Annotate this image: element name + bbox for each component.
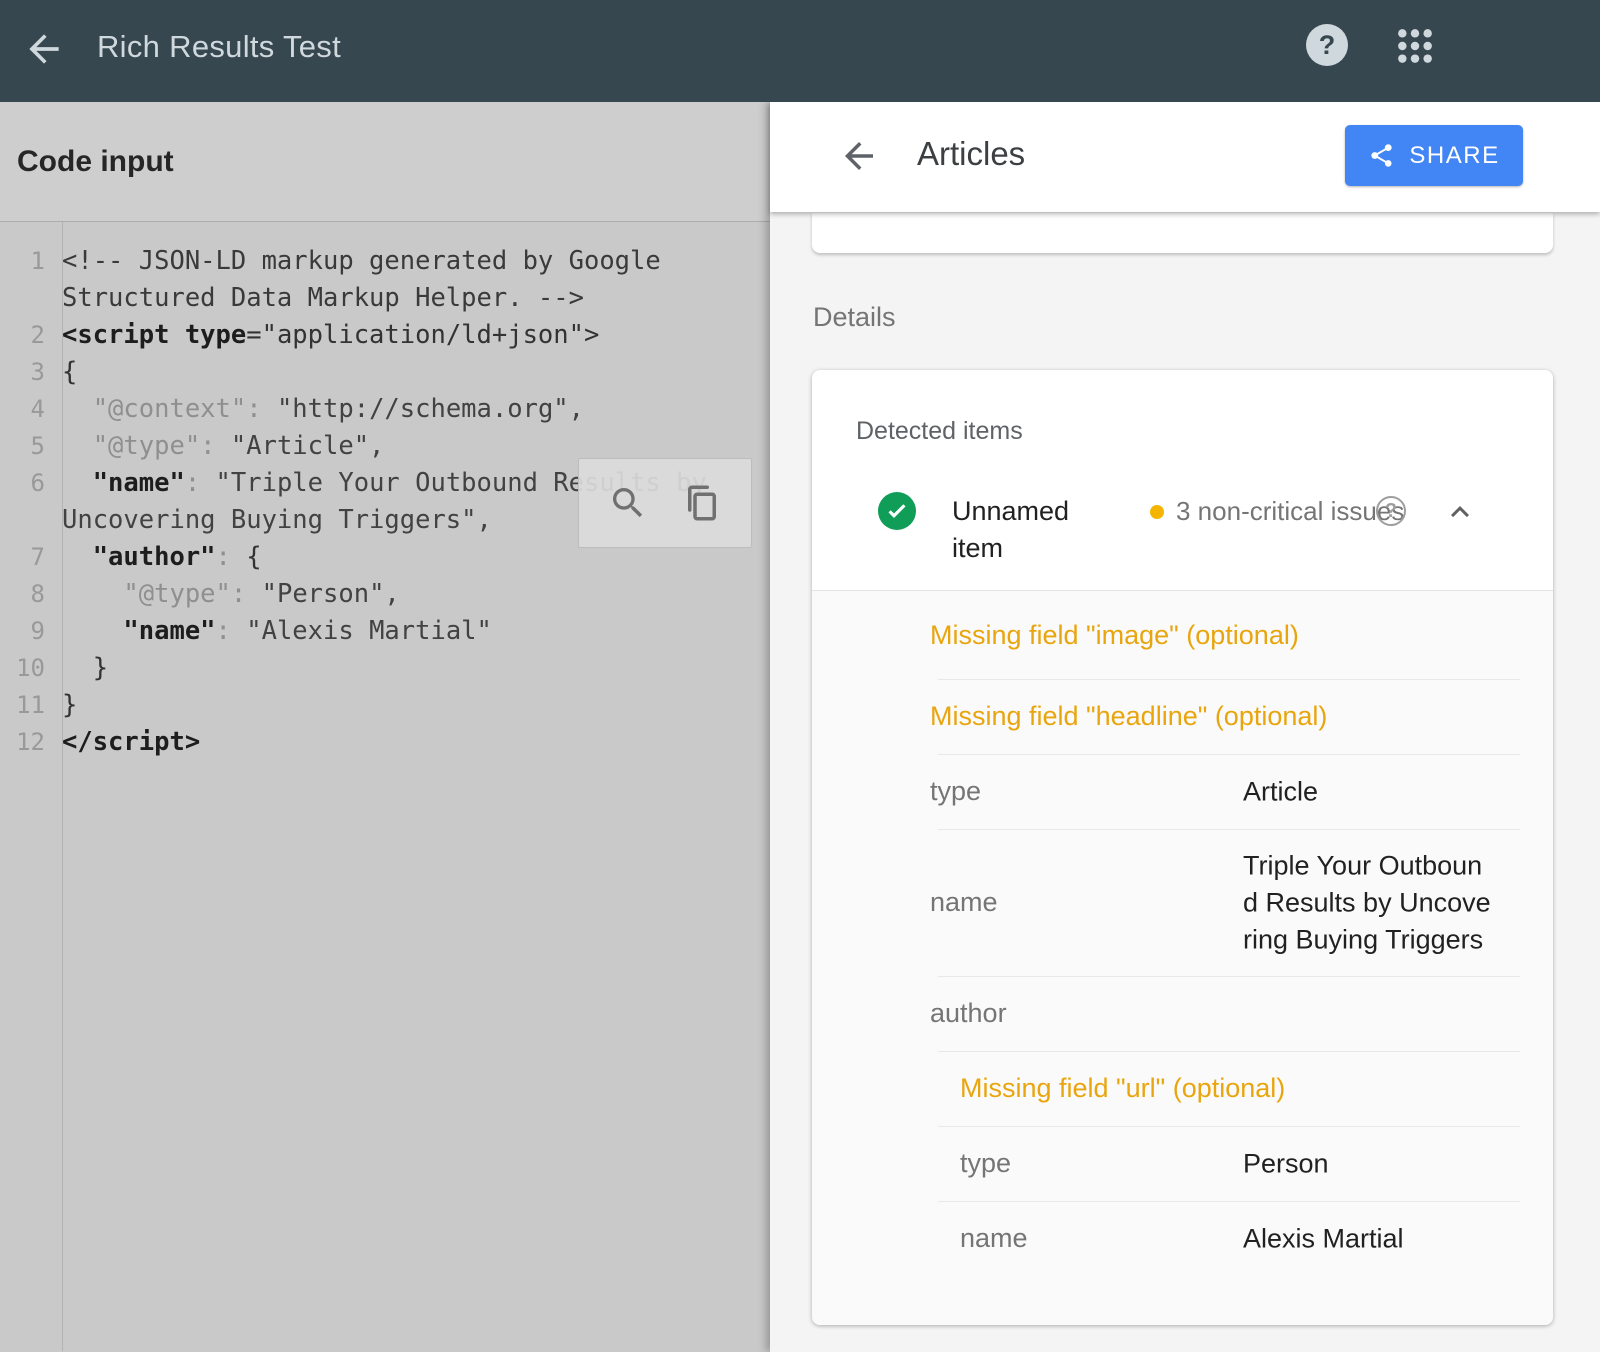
details-section-label: Details <box>813 302 896 333</box>
line-number: 1 <box>0 243 54 280</box>
chevron-up-icon[interactable] <box>1442 494 1478 530</box>
property-value: Alexis Martial <box>1243 1220 1495 1257</box>
warning-row[interactable]: Missing field "image" (optional) <box>812 591 1553 679</box>
issues-help-icon[interactable]: ? <box>1376 496 1406 526</box>
issues-summary: 3 non-critical issues <box>1150 493 1404 530</box>
line-number: 5 <box>0 428 54 465</box>
warning-row[interactable]: Missing field "url" (optional) <box>812 1051 1553 1126</box>
detected-items-heading: Detected items <box>856 417 1023 446</box>
detected-item-details: Missing field "image" (optional) Missing … <box>812 590 1553 1325</box>
property-row: author <box>812 976 1553 1051</box>
property-label: author <box>930 998 1007 1029</box>
share-icon <box>1368 142 1395 169</box>
property-value: Article <box>1243 773 1495 810</box>
line-number: 11 <box>0 687 54 724</box>
code-line: 12</script> <box>0 724 770 761</box>
line-number: 3 <box>0 354 54 391</box>
code-line: 10 } <box>0 650 770 687</box>
property-row: type Article <box>812 754 1553 829</box>
property-value: Person <box>1243 1145 1495 1182</box>
rich-results-test-screen: Rich Results Test ? Code input 1<!-- JSO… <box>0 0 1600 1352</box>
code-line: 11} <box>0 687 770 724</box>
warning-text[interactable]: Missing field "image" (optional) <box>930 620 1299 651</box>
property-row: type Person <box>812 1126 1553 1201</box>
line-number: 4 <box>0 391 54 428</box>
results-panel: Articles SHARE Details Detected items Un… <box>770 102 1600 1352</box>
property-label: type <box>930 776 981 807</box>
warning-text[interactable]: Missing field "headline" (optional) <box>930 701 1327 732</box>
code-line: 8 "@type": "Person", <box>0 576 770 613</box>
warning-text[interactable]: Missing field "url" (optional) <box>960 1073 1285 1104</box>
share-button-label: SHARE <box>1409 142 1499 170</box>
code-input-title: Code input <box>17 145 174 179</box>
property-row: name Alexis Martial <box>812 1201 1553 1276</box>
search-icon[interactable] <box>607 482 649 524</box>
code-input-header: Code input <box>0 102 770 222</box>
line-number: 9 <box>0 613 54 650</box>
top-app-bar: Rich Results Test ? <box>0 0 1600 102</box>
code-line: 1<!-- JSON-LD markup generated by Google <box>0 243 770 280</box>
code-line: 4 "@context": "http://schema.org", <box>0 391 770 428</box>
warning-row[interactable]: Missing field "headline" (optional) <box>812 679 1553 754</box>
line-number: 10 <box>0 650 54 687</box>
code-line: 3{ <box>0 354 770 391</box>
code-editor[interactable]: 1<!-- JSON-LD markup generated by Google… <box>0 222 770 1351</box>
line-number: 6 <box>0 465 54 502</box>
property-label: name <box>960 1223 1028 1254</box>
property-row: name Triple Your Outbound Results by Unco… <box>812 829 1553 976</box>
code-toolbar <box>578 458 752 548</box>
panel-back-arrow-icon[interactable] <box>838 135 880 177</box>
copy-icon[interactable] <box>681 482 723 524</box>
results-header: Articles SHARE <box>770 102 1600 212</box>
code-line: Structured Data Markup Helper. --> <box>0 280 770 317</box>
line-number: 2 <box>0 317 54 354</box>
property-label: name <box>930 887 998 918</box>
detected-items-card: Detected items Unnamed item 3 non-critic… <box>812 370 1553 1325</box>
success-check-icon <box>878 492 916 530</box>
help-icon[interactable]: ? <box>1306 24 1348 66</box>
previous-card-bottom <box>812 213 1553 253</box>
code-line: 9 "name": "Alexis Martial" <box>0 613 770 650</box>
results-title: Articles <box>917 135 1025 173</box>
share-button[interactable]: SHARE <box>1345 125 1523 186</box>
issues-count-text: 3 non-critical issues <box>1176 496 1404 527</box>
warning-dot-icon <box>1150 505 1164 519</box>
line-number: 8 <box>0 576 54 613</box>
line-number: 12 <box>0 724 54 761</box>
property-value: Triple Your Outbound Results by Uncoveri… <box>1243 847 1495 958</box>
app-title: Rich Results Test <box>97 29 341 65</box>
line-number: 7 <box>0 539 54 576</box>
line-number <box>0 280 54 317</box>
apps-grid-icon[interactable] <box>1396 27 1434 65</box>
line-number <box>0 502 54 539</box>
back-arrow-icon[interactable] <box>22 27 66 71</box>
property-label: type <box>960 1148 1011 1179</box>
detected-item-name: Unnamed item <box>952 493 1082 567</box>
code-line: 2<script type="application/ld+json"> <box>0 317 770 354</box>
code-input-panel: Code input 1<!-- JSON-LD markup generate… <box>0 102 770 1352</box>
